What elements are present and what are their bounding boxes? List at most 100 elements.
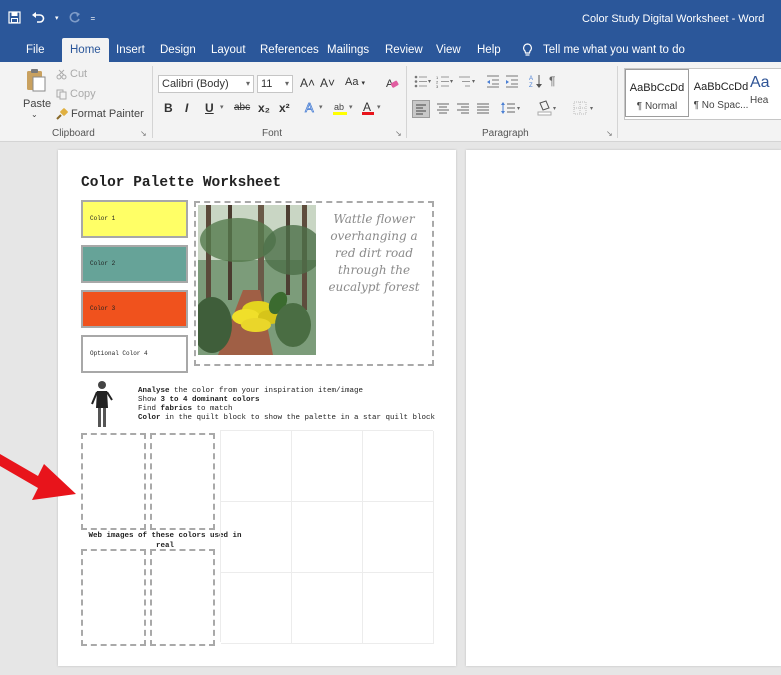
undo-icon[interactable]	[31, 11, 45, 27]
tab-mailings[interactable]: Mailings	[327, 38, 369, 62]
align-center-icon[interactable]	[436, 101, 450, 118]
paste-dropdown-icon[interactable]: ⌄	[31, 110, 38, 119]
style-heading[interactable]: Aa Hea	[750, 69, 781, 117]
tab-home[interactable]: Home	[62, 38, 109, 62]
customize-icon[interactable]: =	[91, 12, 96, 26]
document-title: Color Study Digital Worksheet - Word	[582, 13, 765, 25]
shrink-font-button[interactable]: A˅	[320, 76, 335, 90]
svg-text:Z: Z	[529, 83, 533, 89]
quilt-cell[interactable]	[363, 573, 434, 644]
align-right-icon[interactable]	[456, 101, 470, 118]
strikethrough-button[interactable]: abc	[234, 102, 250, 113]
svg-text:▾: ▾	[553, 106, 556, 112]
copy-button[interactable]: Copy	[70, 88, 96, 100]
tab-references[interactable]: References	[260, 38, 319, 62]
decrease-indent-icon[interactable]	[486, 75, 500, 91]
increase-indent-icon[interactable]	[505, 75, 519, 91]
underline-dropdown-icon[interactable]: ▾	[220, 103, 224, 111]
quilt-cell[interactable]	[221, 573, 292, 644]
font-color-dropdown-icon[interactable]: ▾	[377, 103, 381, 111]
bullets-icon[interactable]: ▾	[414, 75, 432, 91]
svg-text:A: A	[305, 100, 314, 115]
line-spacing-icon[interactable]: ▾	[500, 101, 522, 118]
align-left-icon[interactable]	[412, 100, 430, 118]
multilevel-list-icon[interactable]: ▾	[458, 75, 476, 91]
tab-file[interactable]: File	[26, 38, 45, 62]
swatch-color-2[interactable]: Color 2	[81, 245, 188, 283]
numbering-icon[interactable]: 1 2 3 ▾	[436, 75, 454, 91]
tab-review[interactable]: Review	[385, 38, 423, 62]
grow-font-button[interactable]: A˄	[300, 76, 315, 90]
text-effects-dropdown-icon[interactable]: ▾	[319, 103, 323, 111]
tab-insert[interactable]: Insert	[116, 38, 145, 62]
swatch-color-3[interactable]: Color 3	[81, 290, 188, 328]
photo-caption: Wattle flower overhanging a red dirt roa…	[328, 212, 420, 294]
svg-text:▾: ▾	[450, 79, 453, 85]
quilt-cell[interactable]	[363, 431, 434, 502]
svg-text:A: A	[529, 76, 533, 82]
save-icon[interactable]	[8, 11, 21, 27]
ribbon-separator	[617, 66, 618, 138]
underline-button[interactable]: U	[205, 101, 214, 115]
style-no-spacing[interactable]: AaBbCcDd ¶ No Spac...	[689, 69, 753, 117]
format-painter-button[interactable]: Format Painter	[71, 108, 144, 120]
format-painter-icon[interactable]	[56, 108, 68, 123]
tab-help[interactable]: Help	[477, 38, 501, 62]
swatch-color-1[interactable]: Color 1	[81, 200, 188, 238]
bold-button[interactable]: B	[164, 101, 173, 115]
clear-formatting-icon[interactable]: A	[385, 76, 399, 93]
web-image-box[interactable]	[81, 549, 146, 646]
tab-layout[interactable]: Layout	[211, 38, 246, 62]
cut-icon[interactable]	[56, 69, 67, 83]
title-bar: ▾ = Color Study Digital Worksheet - Word	[0, 0, 781, 38]
text-effects-icon[interactable]: A	[304, 100, 318, 118]
instruction-line: Color in the quilt block to show the pal…	[138, 414, 436, 422]
inspiration-photo[interactable]	[198, 205, 316, 355]
font-color-icon[interactable]: A	[361, 99, 375, 119]
font-size-select[interactable]: 11 ▾	[257, 75, 293, 93]
style-normal[interactable]: AaBbCcDd ¶ Normal	[625, 69, 689, 117]
web-image-box[interactable]	[150, 549, 215, 646]
quilt-cell[interactable]	[292, 502, 363, 573]
sort-icon[interactable]: AZ	[529, 74, 543, 92]
tell-me-search[interactable]: Tell me what you want to do	[543, 38, 685, 62]
undo-dropdown-icon[interactable]: ▾	[55, 12, 59, 26]
quilt-block-grid[interactable]	[220, 430, 434, 644]
font-name-select[interactable]: Calibri (Body) ▾	[158, 75, 254, 93]
quilt-cell[interactable]	[292, 431, 363, 502]
document-page-2[interactable]	[466, 150, 781, 666]
web-image-box[interactable]	[81, 433, 146, 530]
superscript-button[interactable]: x²	[279, 101, 290, 115]
swatch-optional-color-4[interactable]: Optional Color 4	[81, 335, 188, 373]
copy-icon[interactable]	[56, 89, 67, 103]
paragraph-launcher-icon[interactable]: ↘	[606, 129, 613, 138]
clipboard-launcher-icon[interactable]: ↘	[140, 129, 147, 138]
cut-button[interactable]: Cut	[70, 68, 87, 80]
subscript-button[interactable]: x₂	[258, 101, 270, 115]
paste-icon[interactable]	[25, 68, 47, 95]
quilt-cell[interactable]	[221, 431, 292, 502]
justify-icon[interactable]	[476, 101, 490, 118]
font-group-label: Font	[262, 128, 283, 139]
svg-text:3: 3	[436, 84, 439, 88]
web-image-box[interactable]	[150, 433, 215, 530]
tab-view[interactable]: View	[436, 38, 461, 62]
clipboard-group-label: Clipboard	[52, 128, 95, 139]
italic-button[interactable]: I	[185, 101, 188, 115]
quilt-cell[interactable]	[221, 502, 292, 573]
change-case-button[interactable]: Aa ▾	[345, 76, 365, 88]
shading-icon[interactable]: ▾	[537, 100, 559, 119]
show-formatting-icon[interactable]: ¶	[549, 74, 555, 88]
quilt-cell[interactable]	[292, 573, 363, 644]
highlight-icon[interactable]: ab	[332, 100, 348, 119]
borders-icon[interactable]: ▾	[573, 101, 599, 118]
svg-text:▾: ▾	[590, 106, 593, 112]
lightbulb-icon[interactable]	[522, 43, 533, 60]
tab-design[interactable]: Design	[160, 38, 196, 62]
redo-icon[interactable]	[69, 11, 81, 27]
paste-button[interactable]: Paste	[23, 98, 51, 110]
quilt-cell[interactable]	[363, 502, 434, 573]
font-launcher-icon[interactable]: ↘	[395, 129, 402, 138]
highlight-dropdown-icon[interactable]: ▾	[349, 103, 353, 111]
instruction-line: Find fabrics to match	[138, 405, 233, 413]
